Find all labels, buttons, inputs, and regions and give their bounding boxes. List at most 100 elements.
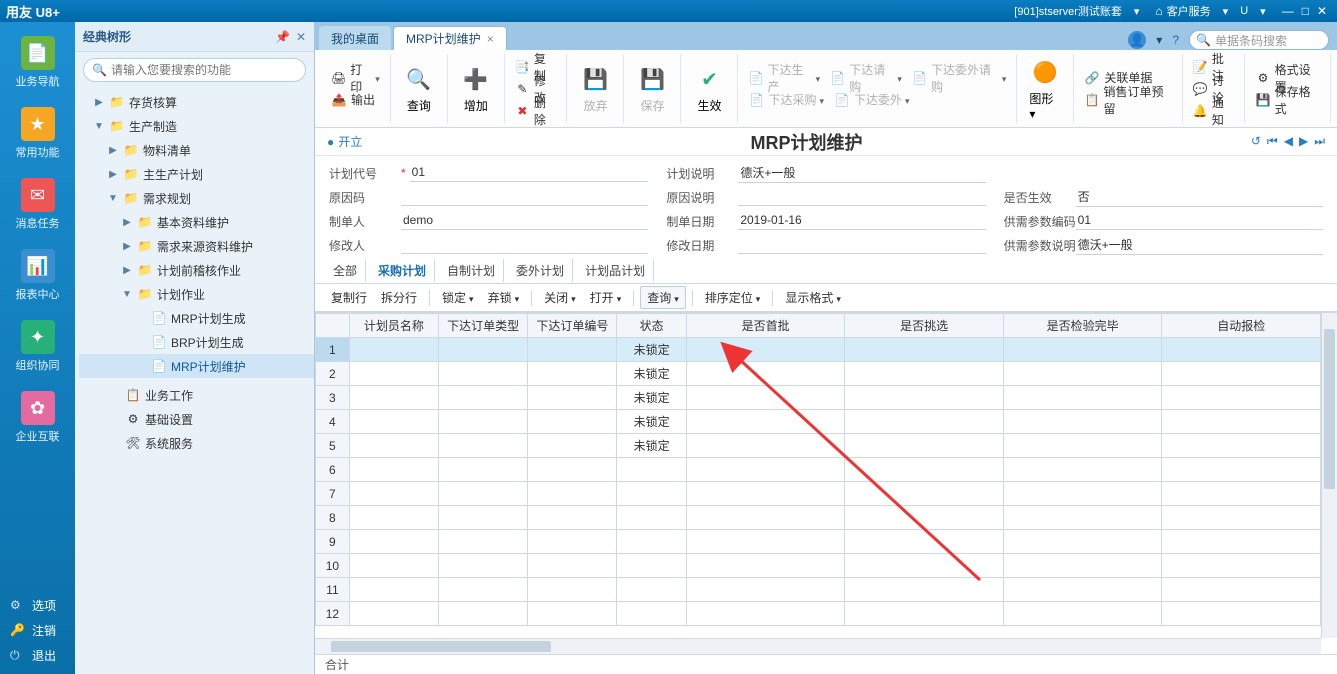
col-header[interactable]: 状态 <box>617 314 686 338</box>
account-info[interactable]: [901]stserver测试账套 <box>1014 3 1122 19</box>
unlock-button[interactable]: 弃锁 <box>482 287 526 308</box>
grid-cell[interactable] <box>349 362 438 386</box>
grid-cell[interactable] <box>845 482 1004 506</box>
tree-search-input[interactable] <box>111 63 297 77</box>
tree-toggle-icon[interactable]: ▶ <box>121 265 133 276</box>
rail-bottom-item[interactable]: ⏻ 退出 <box>0 643 75 668</box>
tree-node[interactable]: ▶ 📁 基本资料维护 <box>79 210 314 234</box>
grid-cell[interactable] <box>686 458 845 482</box>
grid-cell[interactable] <box>617 578 686 602</box>
grid-cell[interactable] <box>686 410 845 434</box>
sub-tab[interactable]: 全部 <box>325 259 366 282</box>
grid-cell[interactable] <box>439 530 528 554</box>
tree-node[interactable]: 📄 MRP计划生成 <box>79 306 314 330</box>
row-number[interactable]: 10 <box>316 554 350 578</box>
grid-cell[interactable] <box>686 362 845 386</box>
tree-node[interactable]: ▼ 📁 需求规划 <box>79 186 314 210</box>
grid-cell[interactable] <box>528 386 617 410</box>
grid-cell[interactable] <box>845 458 1004 482</box>
open-button[interactable]: 打开 <box>584 287 628 308</box>
barcode-search[interactable]: 🔍 单据条码搜索 <box>1189 30 1329 50</box>
grid-cell[interactable] <box>845 554 1004 578</box>
dropdown-icon[interactable]: ▾ <box>1223 5 1229 18</box>
col-header[interactable]: 是否首批 <box>686 314 845 338</box>
help-icon[interactable]: ? <box>1172 33 1179 47</box>
rail-bottom-item[interactable]: 🔑 注销 <box>0 618 75 643</box>
sub-tab[interactable]: 计划品计划 <box>577 259 654 282</box>
grid-cell[interactable] <box>439 602 528 626</box>
rail-item[interactable]: 📄 业务导航 <box>16 28 60 99</box>
grid-cell[interactable] <box>439 506 528 530</box>
grid-cell[interactable] <box>1162 530 1321 554</box>
send-procure-button[interactable]: 📄下达采购 <box>744 89 828 111</box>
grid-cell[interactable] <box>617 506 686 530</box>
grid-cell[interactable] <box>439 434 528 458</box>
grid-cell[interactable] <box>845 434 1004 458</box>
sub-tab[interactable]: 采购计划 <box>370 259 435 282</box>
grid-query-button[interactable]: 查询 <box>640 286 686 309</box>
tree-node[interactable]: ▶ 📁 计划前稽核作业 <box>79 258 314 282</box>
grid-cell[interactable] <box>1162 554 1321 578</box>
grid-cell[interactable] <box>845 578 1004 602</box>
table-row[interactable]: 7 <box>316 482 1321 506</box>
grid-cell[interactable] <box>617 458 686 482</box>
send-out-button[interactable]: 📄下达委外 <box>830 89 914 111</box>
grid-cell[interactable] <box>349 338 438 362</box>
col-header[interactable]: 计划员名称 <box>349 314 438 338</box>
grid-cell[interactable] <box>439 458 528 482</box>
nav-button[interactable]: ▶ <box>1299 134 1308 149</box>
grid-cell[interactable] <box>1003 602 1162 626</box>
row-number[interactable]: 5 <box>316 434 350 458</box>
col-header[interactable]: 是否检验完毕 <box>1003 314 1162 338</box>
grid-scroll[interactable]: 计划员名称下达订单类型下达订单编号状态是否首批是否挑选是否检验完毕自动报检 1未… <box>315 313 1321 638</box>
col-header[interactable]: 自动报检 <box>1162 314 1321 338</box>
table-row[interactable]: 2未锁定 <box>316 362 1321 386</box>
tree-toggle-icon[interactable]: ▶ <box>121 241 133 252</box>
copy-row-button[interactable]: 复制行 <box>325 287 373 308</box>
tab-close-icon[interactable]: × <box>487 32 494 46</box>
grid-cell[interactable] <box>686 338 845 362</box>
grid-cell[interactable] <box>528 506 617 530</box>
close-icon[interactable]: ✕ <box>1317 4 1327 18</box>
grid-cell[interactable] <box>439 578 528 602</box>
maximize-icon[interactable]: □ <box>1302 4 1309 18</box>
row-number[interactable]: 6 <box>316 458 350 482</box>
grid-cell[interactable]: 未锁定 <box>617 386 686 410</box>
effect-button[interactable]: ✔生效 <box>687 61 731 116</box>
nav-button[interactable]: ↺ <box>1251 134 1261 149</box>
close-icon[interactable]: ✕ <box>296 30 306 44</box>
grid-cell[interactable] <box>1162 386 1321 410</box>
tree-toggle-icon[interactable]: ▶ <box>93 97 105 108</box>
grid-cell[interactable] <box>528 410 617 434</box>
send-purchase-button[interactable]: 📄下达请购 <box>826 67 906 89</box>
grid-cell[interactable]: 未锁定 <box>617 338 686 362</box>
tree-node[interactable]: ▶ 📁 需求来源资料维护 <box>79 234 314 258</box>
grid-cell[interactable] <box>528 602 617 626</box>
grid-cell[interactable] <box>439 362 528 386</box>
grid-cell[interactable] <box>1003 362 1162 386</box>
row-number[interactable]: 9 <box>316 530 350 554</box>
grid-cell[interactable] <box>528 578 617 602</box>
sales-reserve-button[interactable]: 📋销售订单预留 <box>1080 89 1175 111</box>
delete-button[interactable]: ✖删除 <box>511 100 561 122</box>
tree-toggle-icon[interactable]: ▼ <box>121 289 133 300</box>
print-button[interactable]: 🖨打印 <box>327 67 384 89</box>
grid-cell[interactable] <box>1162 506 1321 530</box>
table-row[interactable]: 9 <box>316 530 1321 554</box>
grid-cell[interactable] <box>1162 578 1321 602</box>
split-row-button[interactable]: 拆分行 <box>375 287 423 308</box>
grid-cell[interactable] <box>1162 362 1321 386</box>
minimize-icon[interactable]: — <box>1282 4 1294 18</box>
tree-toggle-icon[interactable]: ▼ <box>107 193 119 204</box>
grid-cell[interactable]: 未锁定 <box>617 410 686 434</box>
table-row[interactable]: 5未锁定 <box>316 434 1321 458</box>
sub-tab[interactable]: 委外计划 <box>508 259 573 282</box>
plan-code-value[interactable]: 01 <box>410 164 649 182</box>
add-button[interactable]: ➕增加 <box>454 61 498 116</box>
rail-bottom-item[interactable]: ⚙ 选项 <box>0 593 75 618</box>
grid-cell[interactable] <box>349 578 438 602</box>
grid-cell[interactable] <box>528 530 617 554</box>
table-row[interactable]: 6 <box>316 458 1321 482</box>
grid-cell[interactable] <box>528 554 617 578</box>
save-button[interactable]: 💾保存 <box>630 61 674 116</box>
